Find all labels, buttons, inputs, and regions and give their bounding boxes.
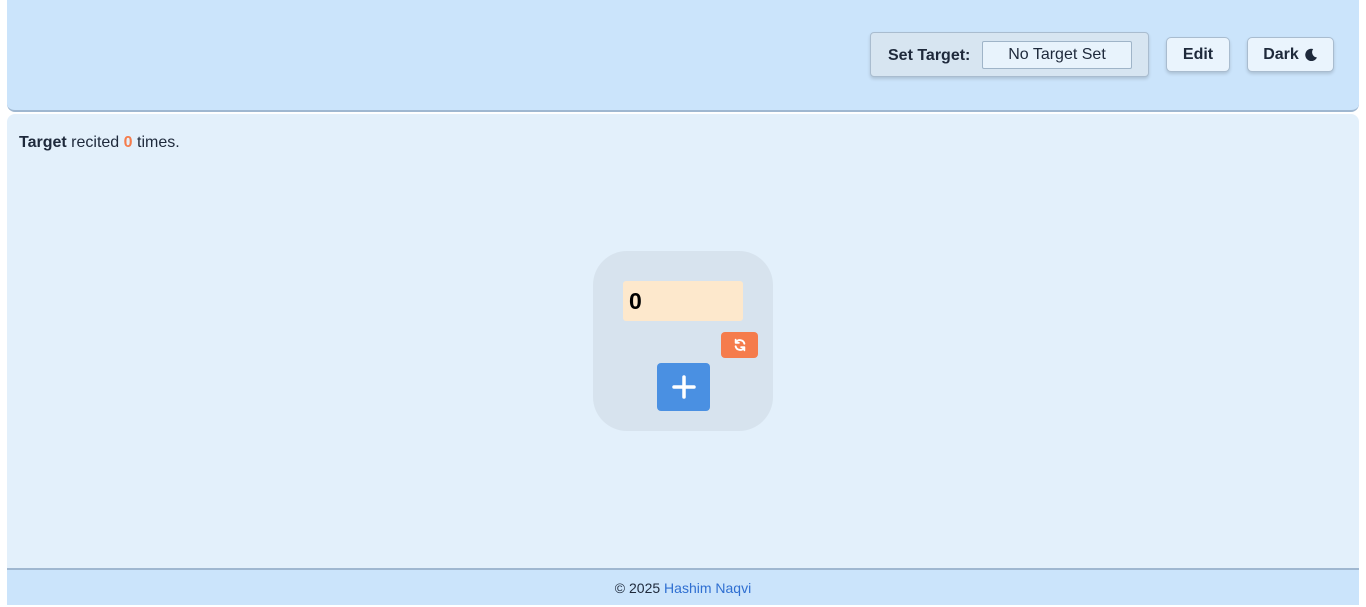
copyright-text: © 2025 bbox=[614, 580, 661, 596]
dark-mode-button[interactable]: Dark bbox=[1247, 37, 1334, 72]
recited-word: recited bbox=[71, 134, 120, 151]
counter-card: 0 bbox=[593, 251, 773, 431]
app: Set Target: Edit Dark Target recited 0 t… bbox=[7, 0, 1359, 605]
header: Set Target: Edit Dark bbox=[7, 0, 1359, 112]
moon-icon bbox=[1305, 48, 1317, 61]
dark-mode-label: Dark bbox=[1263, 45, 1299, 63]
recitation-count: 0 bbox=[123, 134, 133, 151]
main-area: Target recited 0 times. 0 bbox=[7, 114, 1359, 569]
plus-icon bbox=[671, 375, 696, 399]
author-link[interactable]: Hashim Naqvi bbox=[664, 580, 751, 596]
increment-button[interactable] bbox=[657, 363, 710, 411]
set-target-label: Set Target: bbox=[888, 47, 971, 64]
target-input[interactable] bbox=[982, 41, 1132, 69]
reset-button[interactable] bbox=[721, 332, 758, 358]
times-word: times. bbox=[137, 134, 180, 151]
footer: © 2025 Hashim Naqvi bbox=[7, 568, 1359, 605]
edit-button[interactable]: Edit bbox=[1166, 37, 1230, 72]
target-word: Target bbox=[19, 134, 67, 151]
refresh-icon bbox=[734, 338, 745, 352]
set-target-box: Set Target: bbox=[870, 32, 1149, 77]
counter-display: 0 bbox=[623, 281, 743, 321]
recitation-status: Target recited 0 times. bbox=[19, 134, 180, 152]
